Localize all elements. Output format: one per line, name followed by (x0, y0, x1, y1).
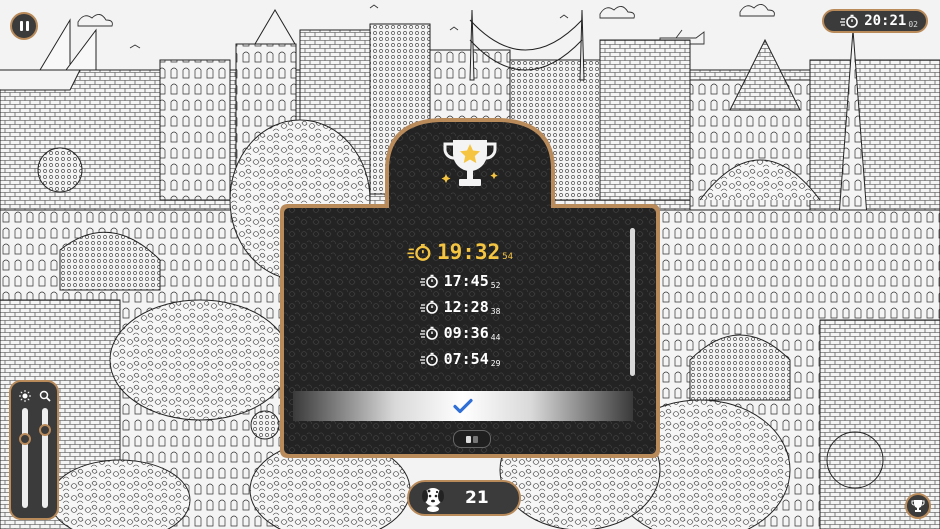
stopwatch-icon (419, 274, 438, 288)
pause-icon (19, 21, 23, 31)
time-value: 12:28 (443, 298, 489, 316)
confirm-button[interactable] (293, 391, 633, 421)
brightness-slider-knob[interactable] (19, 432, 31, 445)
time-row: 07:54 29 (300, 346, 620, 372)
time-value: 09:36 (443, 324, 489, 342)
stopwatch-icon (419, 300, 438, 314)
time-row: 09:36 44 (300, 320, 620, 346)
brightness-icon (19, 390, 31, 402)
brightness-slider-track[interactable] (22, 408, 28, 508)
time-fraction: 38 (490, 306, 501, 316)
stopwatch-icon (419, 326, 438, 340)
time-row: 12:28 38 (300, 294, 620, 320)
elapsed-timer: 20:21 02 (822, 9, 928, 33)
timer-value: 20:21 (864, 13, 907, 29)
trophy-icon (911, 500, 925, 512)
zoom-icon (39, 390, 51, 402)
best-time-row: 19:32 54 (300, 236, 620, 268)
timer-fraction: 02 (908, 19, 918, 29)
best-time-value: 19:32 (436, 240, 501, 264)
checkmark-icon (453, 398, 473, 414)
stopwatch-icon (419, 352, 438, 366)
time-fraction: 52 (490, 280, 501, 290)
leaderboard-button[interactable] (905, 493, 931, 519)
dalmatian-dog-icon (422, 488, 444, 512)
zoom-slider-knob[interactable] (39, 423, 51, 436)
view-sliders-panel (9, 380, 59, 520)
best-time-fraction: 54 (502, 252, 514, 262)
panel-toggle-handle[interactable] (453, 430, 491, 448)
pause-button[interactable] (10, 12, 38, 40)
time-value: 07:54 (443, 350, 489, 368)
scores-scrollbar-thumb[interactable] (630, 228, 635, 376)
found-count: 21 (465, 488, 489, 508)
stopwatch-icon (840, 14, 859, 28)
time-fraction: 29 (490, 358, 501, 368)
stopwatch-icon (407, 244, 431, 261)
trophy-star-icon (441, 140, 498, 186)
time-value: 17:45 (443, 272, 489, 290)
best-times-list: 19:32 54 17:45 52 12:28 38 09:36 44 07:5… (300, 236, 620, 372)
time-fraction: 44 (490, 332, 501, 342)
found-counter: 21 (407, 480, 521, 516)
time-row: 17:45 52 (300, 268, 620, 294)
handle-grip-icon (466, 436, 478, 443)
